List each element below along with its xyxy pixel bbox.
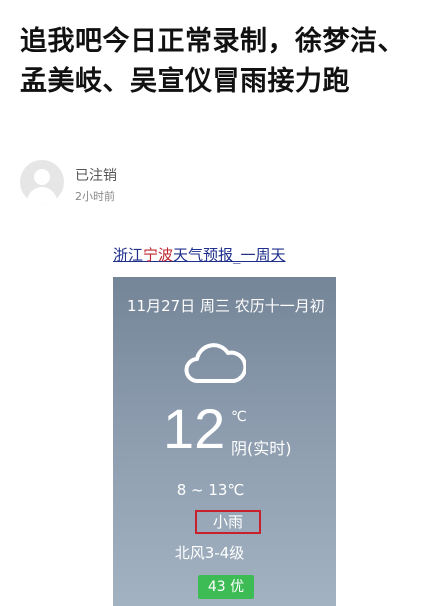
author-name[interactable]: 已注销 (75, 165, 117, 185)
source-city: 宁波 (143, 246, 174, 264)
article-headline: 追我吧今日正常录制，徐梦洁、孟美岐、吴宣仪冒雨接力跑 (20, 26, 405, 97)
temperature-unit: ℃ (231, 409, 247, 425)
post-time: 2小时前 (75, 190, 115, 203)
weather-card: 11月27日 周三 农历十一月初 12 ℃ 阴(实时) 8 ~ 13℃ 小雨 北… (113, 277, 336, 606)
current-condition: 阴(实时) (231, 439, 292, 458)
source-province: 浙江 (113, 246, 144, 264)
aqi-badge: 43 优 (198, 575, 254, 599)
forecast-condition: 小雨 (195, 510, 261, 534)
author-avatar[interactable] (20, 160, 64, 204)
weather-date: 11月27日 周三 农历十一月初 (127, 297, 325, 315)
avatar-head-shape (34, 169, 50, 185)
temperature-range: 8 ~ 13℃ (176, 481, 245, 499)
cloud-icon (184, 343, 246, 383)
source-title: 天气预报_一周天 (173, 246, 286, 264)
avatar-shoulders-shape (27, 187, 57, 204)
source-link[interactable]: 浙江宁波天气预报_一周天 (113, 244, 336, 264)
wind-info: 北风3-4级 (174, 544, 245, 562)
current-temperature: 12 (163, 397, 226, 460)
